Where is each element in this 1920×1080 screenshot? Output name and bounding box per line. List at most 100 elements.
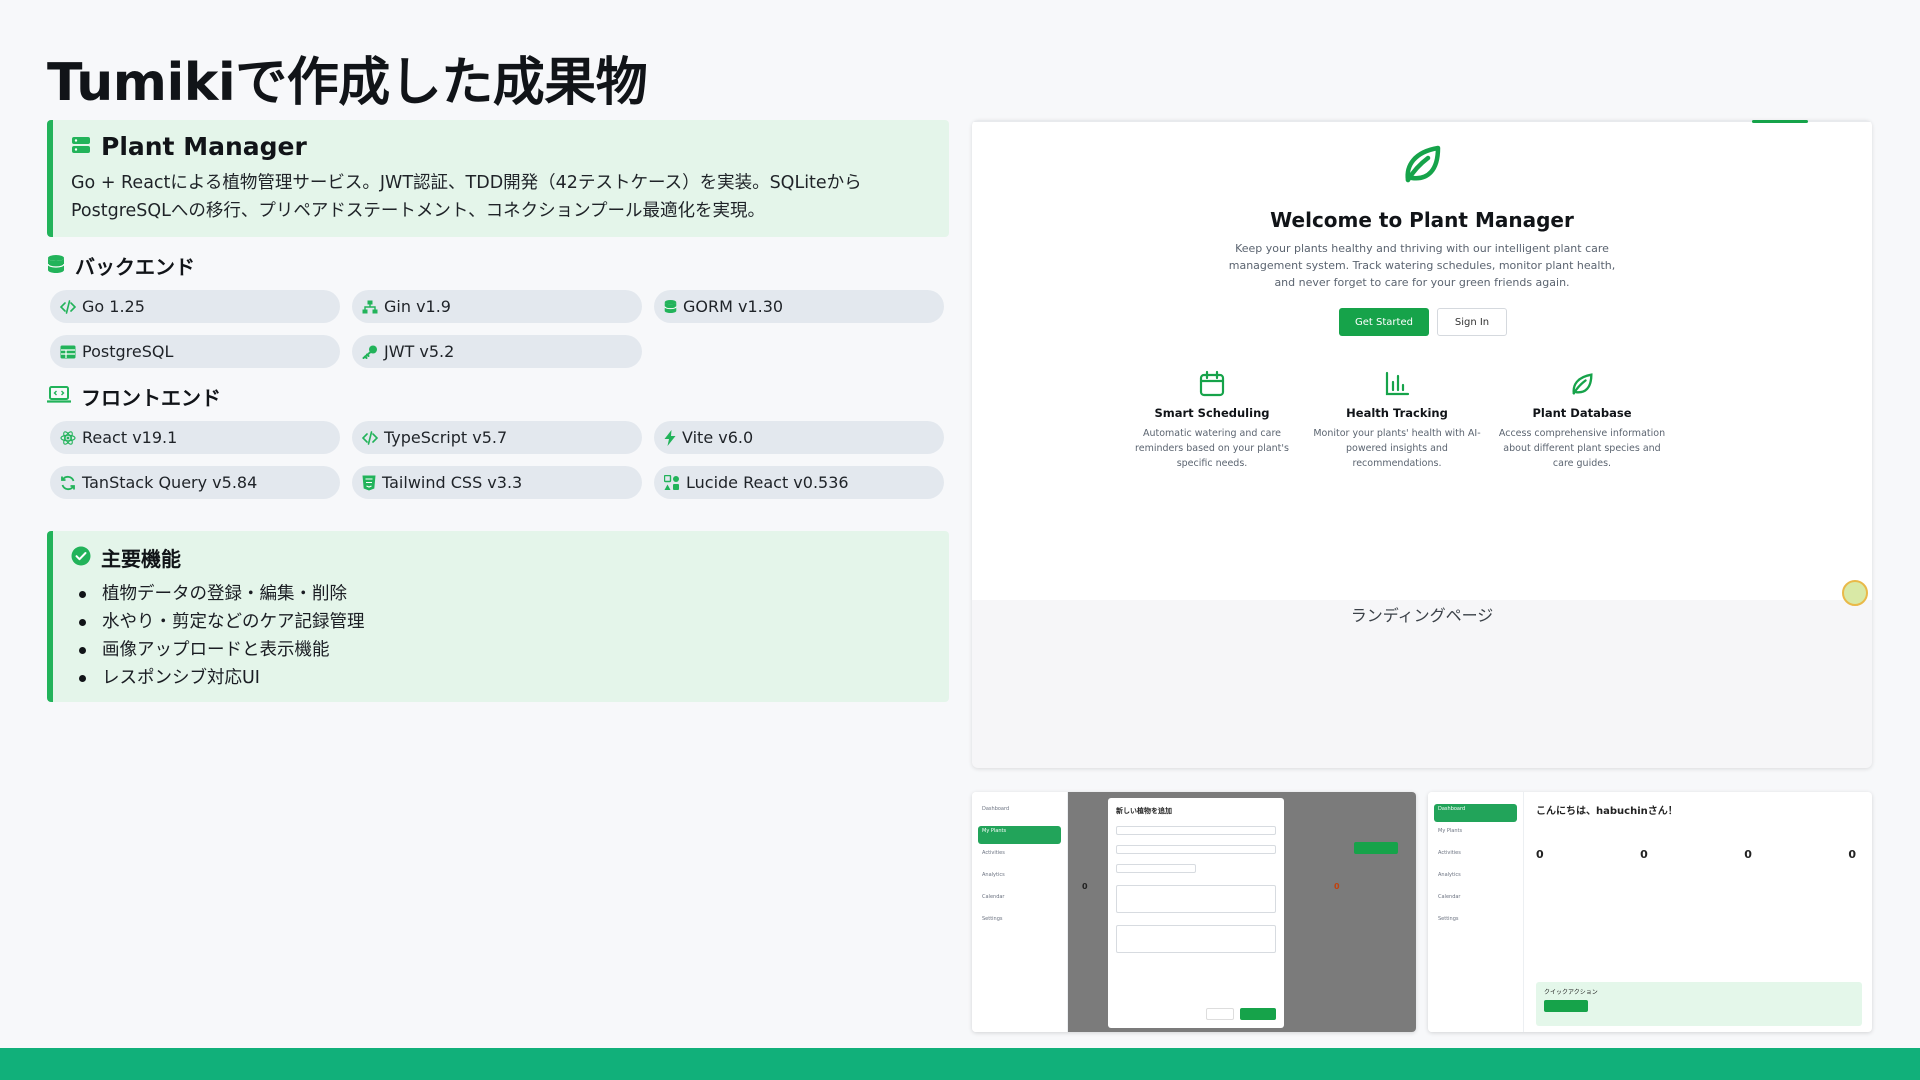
list-item: 画像アップロードと表示機能: [71, 636, 929, 664]
code-icon: [362, 430, 378, 445]
tag-label: TanStack Query v5.84: [82, 473, 258, 492]
sidebar-item: My Plants: [1438, 828, 1463, 834]
sidebar-item: Dashboard: [1434, 804, 1517, 822]
feature-description: Access comprehensive information about d…: [1498, 428, 1666, 469]
tag-gin: Gin v1.9: [352, 290, 642, 323]
backend-header: バックエンド: [47, 251, 949, 280]
sidebar-item: Analytics: [982, 872, 1005, 878]
tag-label: Lucide React v0.536: [686, 473, 849, 492]
tag-label: PostgreSQL: [82, 342, 174, 361]
tag-label: Vite v6.0: [682, 428, 754, 447]
sidebar-item: Settings: [1438, 916, 1459, 922]
server-icon: [71, 135, 91, 159]
list-item: レスポンシブ対応UI: [71, 664, 929, 692]
database-icon: [664, 300, 677, 313]
bolt-icon: [664, 429, 676, 446]
tag-typescript: TypeScript v5.7: [352, 421, 642, 454]
sidebar-item: Calendar: [1438, 894, 1461, 900]
landing-caption: ランディングページ: [1350, 606, 1494, 625]
bar-chart-icon: [1385, 371, 1410, 396]
tag-react: React v19.1: [50, 421, 340, 454]
refresh-icon: [61, 475, 75, 490]
check-circle-icon: [71, 546, 91, 570]
stats-row: 0 0 0 0: [1536, 848, 1856, 861]
backend-title: バックエンド: [75, 255, 195, 279]
laptop-code-icon: [46, 385, 72, 408]
left-column: Plant Manager Go + Reactによる植物管理サービス。JWT認…: [46, 120, 949, 702]
key-icon: [362, 345, 377, 359]
date-field[interactable]: [1116, 864, 1196, 873]
sidebar-item: Activities: [982, 850, 1005, 856]
sidebar-item: My Plants: [978, 826, 1061, 844]
code-icon: [60, 299, 76, 314]
tag-label: React v19.1: [82, 428, 178, 447]
nav-indicator: [1752, 120, 1808, 123]
location-field[interactable]: [1116, 885, 1276, 913]
sidebar-item: Activities: [1438, 850, 1461, 856]
list-item: 水やり・剪定などのケア記録管理: [71, 608, 929, 636]
feature-health-tracking: Health Tracking Monitor your plants' hea…: [1307, 370, 1487, 471]
tag-label: Gin v1.9: [384, 297, 451, 316]
project-callout: Plant Manager Go + Reactによる植物管理サービス。JWT認…: [47, 120, 949, 237]
stat-value: 0: [1536, 848, 1544, 861]
sidebar: Dashboard My Plants Activities Analytics…: [1428, 792, 1524, 1032]
table-icon: [60, 345, 76, 358]
quick-actions-title: クイックアクション: [1544, 989, 1598, 996]
database-icon: [47, 254, 65, 278]
name-field[interactable]: [1116, 826, 1276, 835]
stat-value: 0: [1640, 848, 1648, 861]
features-title: 主要機能: [101, 547, 181, 571]
footer-bar: [0, 1048, 1920, 1080]
features-list: 植物データの登録・編集・削除 水やり・剪定などのケア記録管理 画像アップロードと…: [71, 580, 929, 692]
dashboard-greeting: こんにちは、habuchinさん！: [1536, 806, 1678, 817]
project-description: Go + Reactによる植物管理サービス。JWT認証、TDD開発（42テストケ…: [71, 173, 862, 221]
css-icon: [362, 475, 376, 490]
tag-label: TypeScript v5.7: [384, 428, 508, 447]
sidebar-item: Settings: [982, 916, 1003, 922]
frontend-header: フロントエンド: [46, 382, 949, 411]
tag-go: Go 1.25: [50, 290, 340, 323]
leaf-icon: [1572, 373, 1593, 395]
tag-postgresql: PostgreSQL: [50, 335, 340, 368]
frontend-title: フロントエンド: [81, 386, 221, 410]
type-field[interactable]: [1116, 845, 1276, 854]
add-plant-button[interactable]: [1354, 842, 1398, 854]
landing-description: Keep your plants healthy and thriving wi…: [1228, 242, 1616, 289]
atom-icon: [60, 430, 76, 445]
quick-actions-panel: クイックアクション: [1536, 982, 1862, 1026]
shapes-icon: [664, 474, 679, 490]
feature-title: Health Tracking: [1346, 406, 1448, 420]
backend-tags: Go 1.25 Gin v1.9 GORM v1.30 PostgreSQL J…: [47, 290, 949, 368]
tag-label: Tailwind CSS v3.3: [382, 473, 523, 492]
calendar-icon: [1199, 370, 1225, 397]
sidebar-item: Calendar: [982, 894, 1005, 900]
sidebar-item: Dashboard: [982, 806, 1010, 812]
feature-description: Automatic watering and care reminders ba…: [1135, 428, 1289, 469]
get-started-button[interactable]: Get Started: [1339, 308, 1429, 336]
stat-value: 0: [1848, 848, 1856, 861]
record-care-button[interactable]: [1544, 1000, 1588, 1012]
sidebar: Dashboard My Plants Activities Analytics…: [972, 792, 1068, 1032]
feature-description: Monitor your plants' health with AI-powe…: [1313, 428, 1481, 469]
tag-tanstack: TanStack Query v5.84: [50, 466, 340, 499]
notes-field[interactable]: [1116, 925, 1276, 953]
landing-page: Welcome to Plant Manager Keep your plant…: [972, 120, 1872, 606]
frontend-tags: React v19.1 TypeScript v5.7 Vite v6.0 Ta…: [47, 421, 949, 499]
feature-title: Smart Scheduling: [1154, 406, 1270, 420]
stat-value: 0: [1334, 882, 1340, 891]
tag-lucide: Lucide React v0.536: [654, 466, 944, 499]
stat-value: 0: [1744, 848, 1752, 861]
stat-value: 0: [1082, 882, 1088, 891]
list-item: 植物データの登録・編集・削除: [71, 580, 929, 608]
sidebar-item: Analytics: [1438, 872, 1461, 878]
landing-title: Welcome to Plant Manager: [1270, 208, 1574, 232]
cancel-button[interactable]: [1206, 1008, 1234, 1020]
modal-title: 新しい植物を追加: [1116, 807, 1172, 815]
feature-plant-database: Plant Database Access comprehensive info…: [1492, 370, 1672, 471]
tag-tailwind: Tailwind CSS v3.3: [352, 466, 642, 499]
save-button[interactable]: [1240, 1008, 1276, 1020]
sign-in-button[interactable]: Sign In: [1437, 308, 1507, 336]
landing-screenshot: Welcome to Plant Manager Keep your plant…: [972, 120, 1872, 768]
page-title: Tumikiで作成した成果物: [47, 53, 648, 113]
network-icon: [362, 300, 378, 313]
